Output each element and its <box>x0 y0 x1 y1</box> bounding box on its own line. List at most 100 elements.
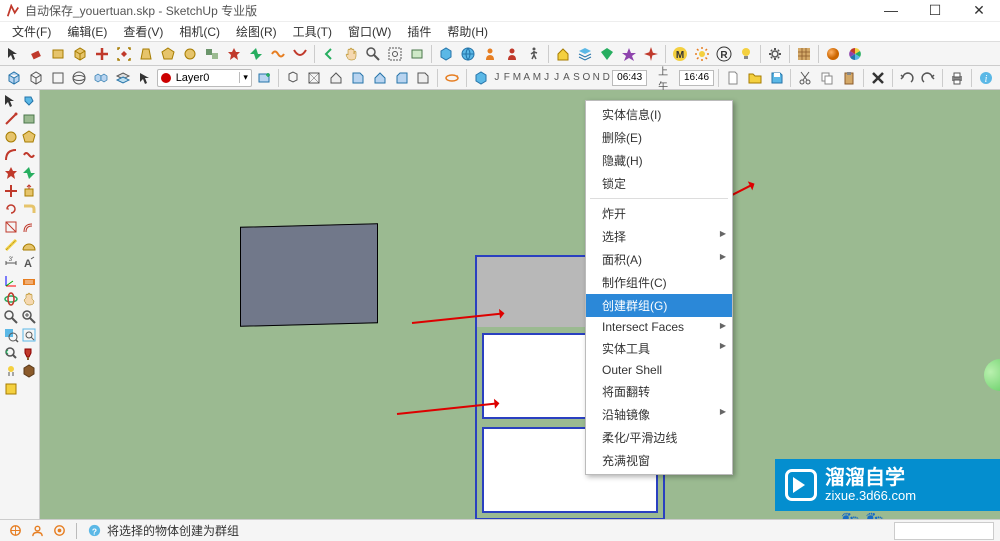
orange-wave-icon[interactable] <box>268 44 288 64</box>
ctx-delete[interactable]: 删除(E) <box>586 126 732 149</box>
month-f[interactable]: F <box>503 72 511 83</box>
lt-protractor[interactable] <box>20 236 37 254</box>
lt-pan[interactable] <box>20 290 37 308</box>
red-cross-icon[interactable] <box>92 44 112 64</box>
lt-arc[interactable] <box>2 146 19 164</box>
lt-spark[interactable] <box>20 164 37 182</box>
back-icon[interactable] <box>319 44 339 64</box>
wire-circle-icon[interactable] <box>69 68 89 88</box>
open-file-icon[interactable] <box>745 68 765 88</box>
new-file-icon[interactable] <box>723 68 743 88</box>
texture-icon[interactable] <box>794 44 814 64</box>
ctx-zoom-fill[interactable]: 充满视窗 <box>586 449 732 472</box>
status-user-icon[interactable] <box>28 522 46 540</box>
ctx-area[interactable]: 面积(A) <box>586 248 732 271</box>
r-circle-icon[interactable]: R <box>714 44 734 64</box>
tool-8[interactable] <box>158 44 178 64</box>
menu-camera[interactable]: 相机(C) <box>173 22 226 41</box>
lt-rotate[interactable] <box>2 200 19 218</box>
ctx-hide[interactable]: 隐藏(H) <box>586 149 732 172</box>
lt-component[interactable] <box>20 362 37 380</box>
box-tool-icon[interactable] <box>48 44 68 64</box>
menu-file[interactable]: 文件(F) <box>6 22 57 41</box>
yellow-house-icon[interactable] <box>553 44 573 64</box>
ctx-explode[interactable]: 炸开 <box>586 202 732 225</box>
globe-icon[interactable] <box>458 44 478 64</box>
undo-icon[interactable] <box>897 68 917 88</box>
zoom-icon[interactable] <box>363 44 383 64</box>
color-wheel-icon[interactable] <box>845 44 865 64</box>
ctx-intersect[interactable]: Intersect Faces <box>586 317 732 337</box>
lt-orbit[interactable] <box>2 290 19 308</box>
paste-icon[interactable] <box>839 68 859 88</box>
left-view-icon[interactable] <box>392 68 412 88</box>
month-s[interactable]: S <box>572 72 580 83</box>
lt-polygon[interactable] <box>20 128 37 146</box>
red-wave-icon[interactable] <box>290 44 310 64</box>
status-cloud-icon[interactable] <box>50 522 68 540</box>
lt-offset[interactable] <box>20 218 37 236</box>
lt-zoomwin[interactable] <box>2 326 19 344</box>
ctx-mirror[interactable]: 沿轴镜像 <box>586 403 732 426</box>
redo-icon[interactable] <box>918 68 938 88</box>
status-field[interactable] <box>894 522 994 540</box>
close-button[interactable]: ✕ <box>964 2 994 19</box>
lt-eraser[interactable] <box>20 92 37 110</box>
multi-cube-icon[interactable] <box>91 68 111 88</box>
gear-icon[interactable] <box>765 44 785 64</box>
lt-help[interactable] <box>2 380 20 398</box>
menu-draw[interactable]: 绘图(R) <box>230 22 283 41</box>
minimize-button[interactable]: — <box>876 2 906 19</box>
tool-9[interactable] <box>180 44 200 64</box>
sun-icon[interactable] <box>692 44 712 64</box>
orbit-mode-icon[interactable] <box>407 44 427 64</box>
top-view-icon[interactable] <box>304 68 324 88</box>
month-m2[interactable]: M <box>533 72 541 83</box>
bulb-icon[interactable] <box>736 44 756 64</box>
tool-7[interactable] <box>136 44 156 64</box>
select-tool-icon[interactable] <box>4 44 24 64</box>
person2-icon[interactable] <box>502 44 522 64</box>
cube-tool-icon[interactable] <box>70 44 90 64</box>
month-j3[interactable]: J <box>553 72 561 83</box>
cube-nav-icon[interactable] <box>4 68 24 88</box>
orbit-icon[interactable] <box>442 68 462 88</box>
eraser-tool-icon[interactable] <box>26 44 46 64</box>
ctx-solid-tools[interactable]: 实体工具 <box>586 337 732 360</box>
menu-tools[interactable]: 工具(T) <box>287 22 338 41</box>
red-spark-icon[interactable] <box>641 44 661 64</box>
ctx-make-component[interactable]: 制作组件(C) <box>586 271 732 294</box>
iso-icon[interactable] <box>283 68 303 88</box>
group-tool-icon[interactable] <box>202 44 222 64</box>
green-gem-icon[interactable] <box>597 44 617 64</box>
wire-cube-icon[interactable] <box>26 68 46 88</box>
lt-star[interactable] <box>2 164 19 182</box>
blue-cube-icon[interactable] <box>471 68 491 88</box>
back-view-icon[interactable] <box>370 68 390 88</box>
lt-freehand[interactable] <box>20 146 37 164</box>
layer-add-icon[interactable] <box>254 68 274 88</box>
cut-icon[interactable] <box>795 68 815 88</box>
blue-layers-icon[interactable] <box>575 44 595 64</box>
delete-icon[interactable] <box>868 68 888 88</box>
menu-plugins[interactable]: 插件 <box>401 22 437 41</box>
lt-zoom[interactable] <box>2 308 19 326</box>
menu-view[interactable]: 查看(V) <box>117 22 169 41</box>
lt-rect[interactable] <box>20 110 37 128</box>
front-view-icon[interactable] <box>326 68 346 88</box>
ctx-make-group[interactable]: 创建群组(G) <box>586 294 732 317</box>
lt-prev[interactable] <box>2 344 19 362</box>
layer-selector[interactable]: Layer0 ▾ <box>157 69 252 87</box>
ctx-outer-shell[interactable]: Outer Shell <box>586 360 732 380</box>
lt-line[interactable] <box>2 110 19 128</box>
month-d[interactable]: D <box>602 72 610 83</box>
lt-select[interactable] <box>2 92 19 110</box>
ctx-select[interactable]: 选择 <box>586 225 732 248</box>
status-help-icon[interactable]: ? <box>85 522 103 540</box>
menu-help[interactable]: 帮助(H) <box>441 22 494 41</box>
orange-sphere-icon[interactable] <box>823 44 843 64</box>
lt-zoomext[interactable] <box>20 308 37 326</box>
ctx-soften[interactable]: 柔化/平滑边线 <box>586 426 732 449</box>
lt-axes[interactable] <box>2 272 19 290</box>
lt-paint[interactable] <box>20 344 37 362</box>
